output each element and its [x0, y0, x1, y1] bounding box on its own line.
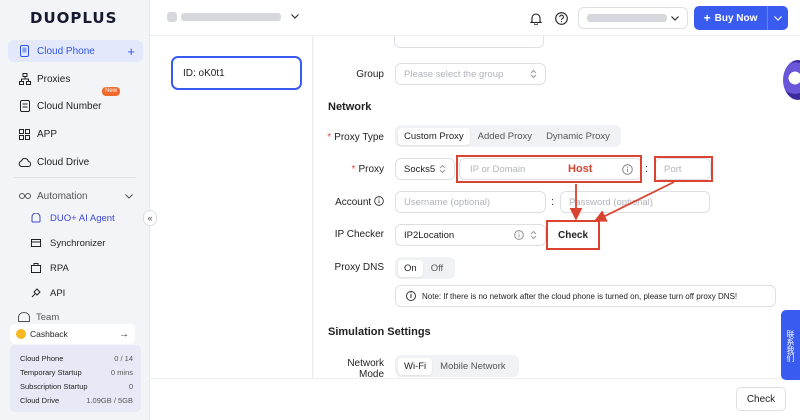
- buy-now-button[interactable]: + Buy Now: [694, 6, 788, 30]
- topbar: + Buy Now: [150, 0, 800, 36]
- arrow-from-port: [593, 181, 675, 222]
- cashback-label: Cashback: [30, 329, 68, 339]
- sidebar: DUOPLUS Cloud Phone + Proxies Cloud Numb…: [0, 0, 150, 420]
- sidebar-item-label: API: [50, 287, 66, 299]
- api-plug-icon: [30, 288, 42, 298]
- plus-icon: +: [703, 11, 711, 25]
- annotation-arrows: [569, 181, 675, 222]
- usage-row: Temporary Startup 0 mins: [20, 365, 133, 379]
- chevron-down-icon: [671, 13, 679, 24]
- sidebar-item-label: APP: [37, 128, 58, 140]
- account-name-redacted: [587, 14, 667, 22]
- sidebar-item-label: DUO+ AI Agent: [50, 212, 115, 224]
- sidebar-item-label: Cloud Number: [37, 100, 102, 112]
- usage-value: 0: [128, 381, 133, 391]
- proxy-settings-form: Group Please select the group Network * P…: [314, 36, 800, 378]
- sidebar-item-synchronizer[interactable]: Synchronizer: [30, 233, 105, 253]
- sidebar-item-label: Cloud Phone: [37, 45, 95, 57]
- ai-agent-icon: [30, 213, 42, 223]
- buy-dropdown-toggle[interactable]: [768, 15, 788, 21]
- team-icon: [18, 312, 30, 322]
- contact-us-tab[interactable]: 联系我们: [781, 310, 800, 380]
- device-card-selected[interactable]: ID: oK0t1: [171, 56, 302, 90]
- usage-value: 0 / 14: [114, 353, 133, 363]
- cashback-banner[interactable]: Cashback →: [10, 324, 135, 344]
- new-badge: New: [102, 87, 121, 96]
- sidebar-item-rpa[interactable]: RPA: [30, 258, 69, 278]
- workspace-avatar: [167, 11, 177, 22]
- usage-value: 0 mins: [110, 367, 133, 377]
- sidebar-divider: [14, 177, 136, 178]
- app-grid-icon: [18, 128, 31, 141]
- usage-row: Cloud Drive 1.09GB / 5GB: [20, 393, 133, 407]
- buy-now-main[interactable]: + Buy Now: [694, 11, 767, 25]
- chevron-down-icon: [291, 11, 299, 22]
- cloud-number-icon: [18, 100, 31, 113]
- footer-check-button[interactable]: Check: [736, 387, 786, 411]
- usage-label: Temporary Startup: [20, 367, 82, 377]
- sidebar-item-label: Cloud Drive: [37, 156, 90, 168]
- app-logo[interactable]: DUOPLUS: [30, 9, 117, 27]
- device-list-panel: ID: oK0t1: [150, 36, 313, 378]
- workspace-selector[interactable]: [167, 11, 299, 22]
- proxies-icon: [18, 73, 31, 86]
- device-id-label: ID: oK0t1: [183, 67, 225, 79]
- usage-label: Cloud Phone: [20, 353, 64, 363]
- sidebar-item-label: Synchronizer: [50, 237, 106, 249]
- synchronizer-icon: [30, 238, 42, 248]
- cloud-drive-icon: [18, 156, 31, 169]
- usage-row: Subscription Startup 0: [20, 379, 133, 393]
- sidebar-item-label: Team: [36, 312, 60, 322]
- automation-icon: [18, 190, 31, 203]
- notification-bell-icon[interactable]: [528, 10, 544, 26]
- sidebar-item-cloud-number[interactable]: Cloud Number New: [8, 87, 143, 117]
- sidebar-item-cloud-drive[interactable]: Cloud Drive: [8, 151, 143, 173]
- sidebar-item-label: RPA: [50, 262, 69, 274]
- usage-label: Subscription Startup: [20, 381, 88, 391]
- sidebar-item-ai-agent[interactable]: DUO+ AI Agent: [30, 208, 115, 228]
- usage-value: 1.09GB / 5GB: [86, 395, 133, 405]
- chevron-down-icon: [125, 191, 133, 202]
- sidebar-item-proxies[interactable]: Proxies: [8, 68, 143, 90]
- sidebar-item-label: Proxies: [37, 73, 71, 85]
- sidebar-item-app[interactable]: APP: [8, 123, 143, 145]
- sidebar-item-api[interactable]: API: [30, 283, 65, 303]
- footer-bar: Check: [150, 378, 800, 420]
- help-icon[interactable]: [553, 10, 569, 26]
- sidebar-group-team[interactable]: Team: [18, 312, 59, 322]
- usage-row: Cloud Phone 0 / 14: [20, 351, 133, 365]
- account-selector[interactable]: [578, 7, 688, 29]
- buy-now-label: Buy Now: [714, 12, 758, 24]
- rpa-icon: [30, 263, 42, 273]
- collapse-sidebar-button[interactable]: «: [143, 210, 157, 226]
- usage-panel: Cloud Phone 0 / 14 Temporary Startup 0 m…: [10, 345, 141, 412]
- sidebar-group-automation[interactable]: Automation: [8, 185, 143, 207]
- chevron-down-icon: [774, 15, 782, 21]
- cloud-phone-icon: [18, 45, 31, 58]
- sidebar-item-label: Automation: [37, 190, 88, 202]
- arrow-right-icon: →: [119, 328, 129, 340]
- workspace-name-redacted: [181, 12, 281, 21]
- sidebar-item-cloud-phone[interactable]: Cloud Phone +: [8, 40, 143, 62]
- coin-icon: [16, 329, 26, 339]
- add-cloud-phone-icon[interactable]: +: [127, 44, 135, 59]
- usage-label: Cloud Drive: [20, 395, 60, 405]
